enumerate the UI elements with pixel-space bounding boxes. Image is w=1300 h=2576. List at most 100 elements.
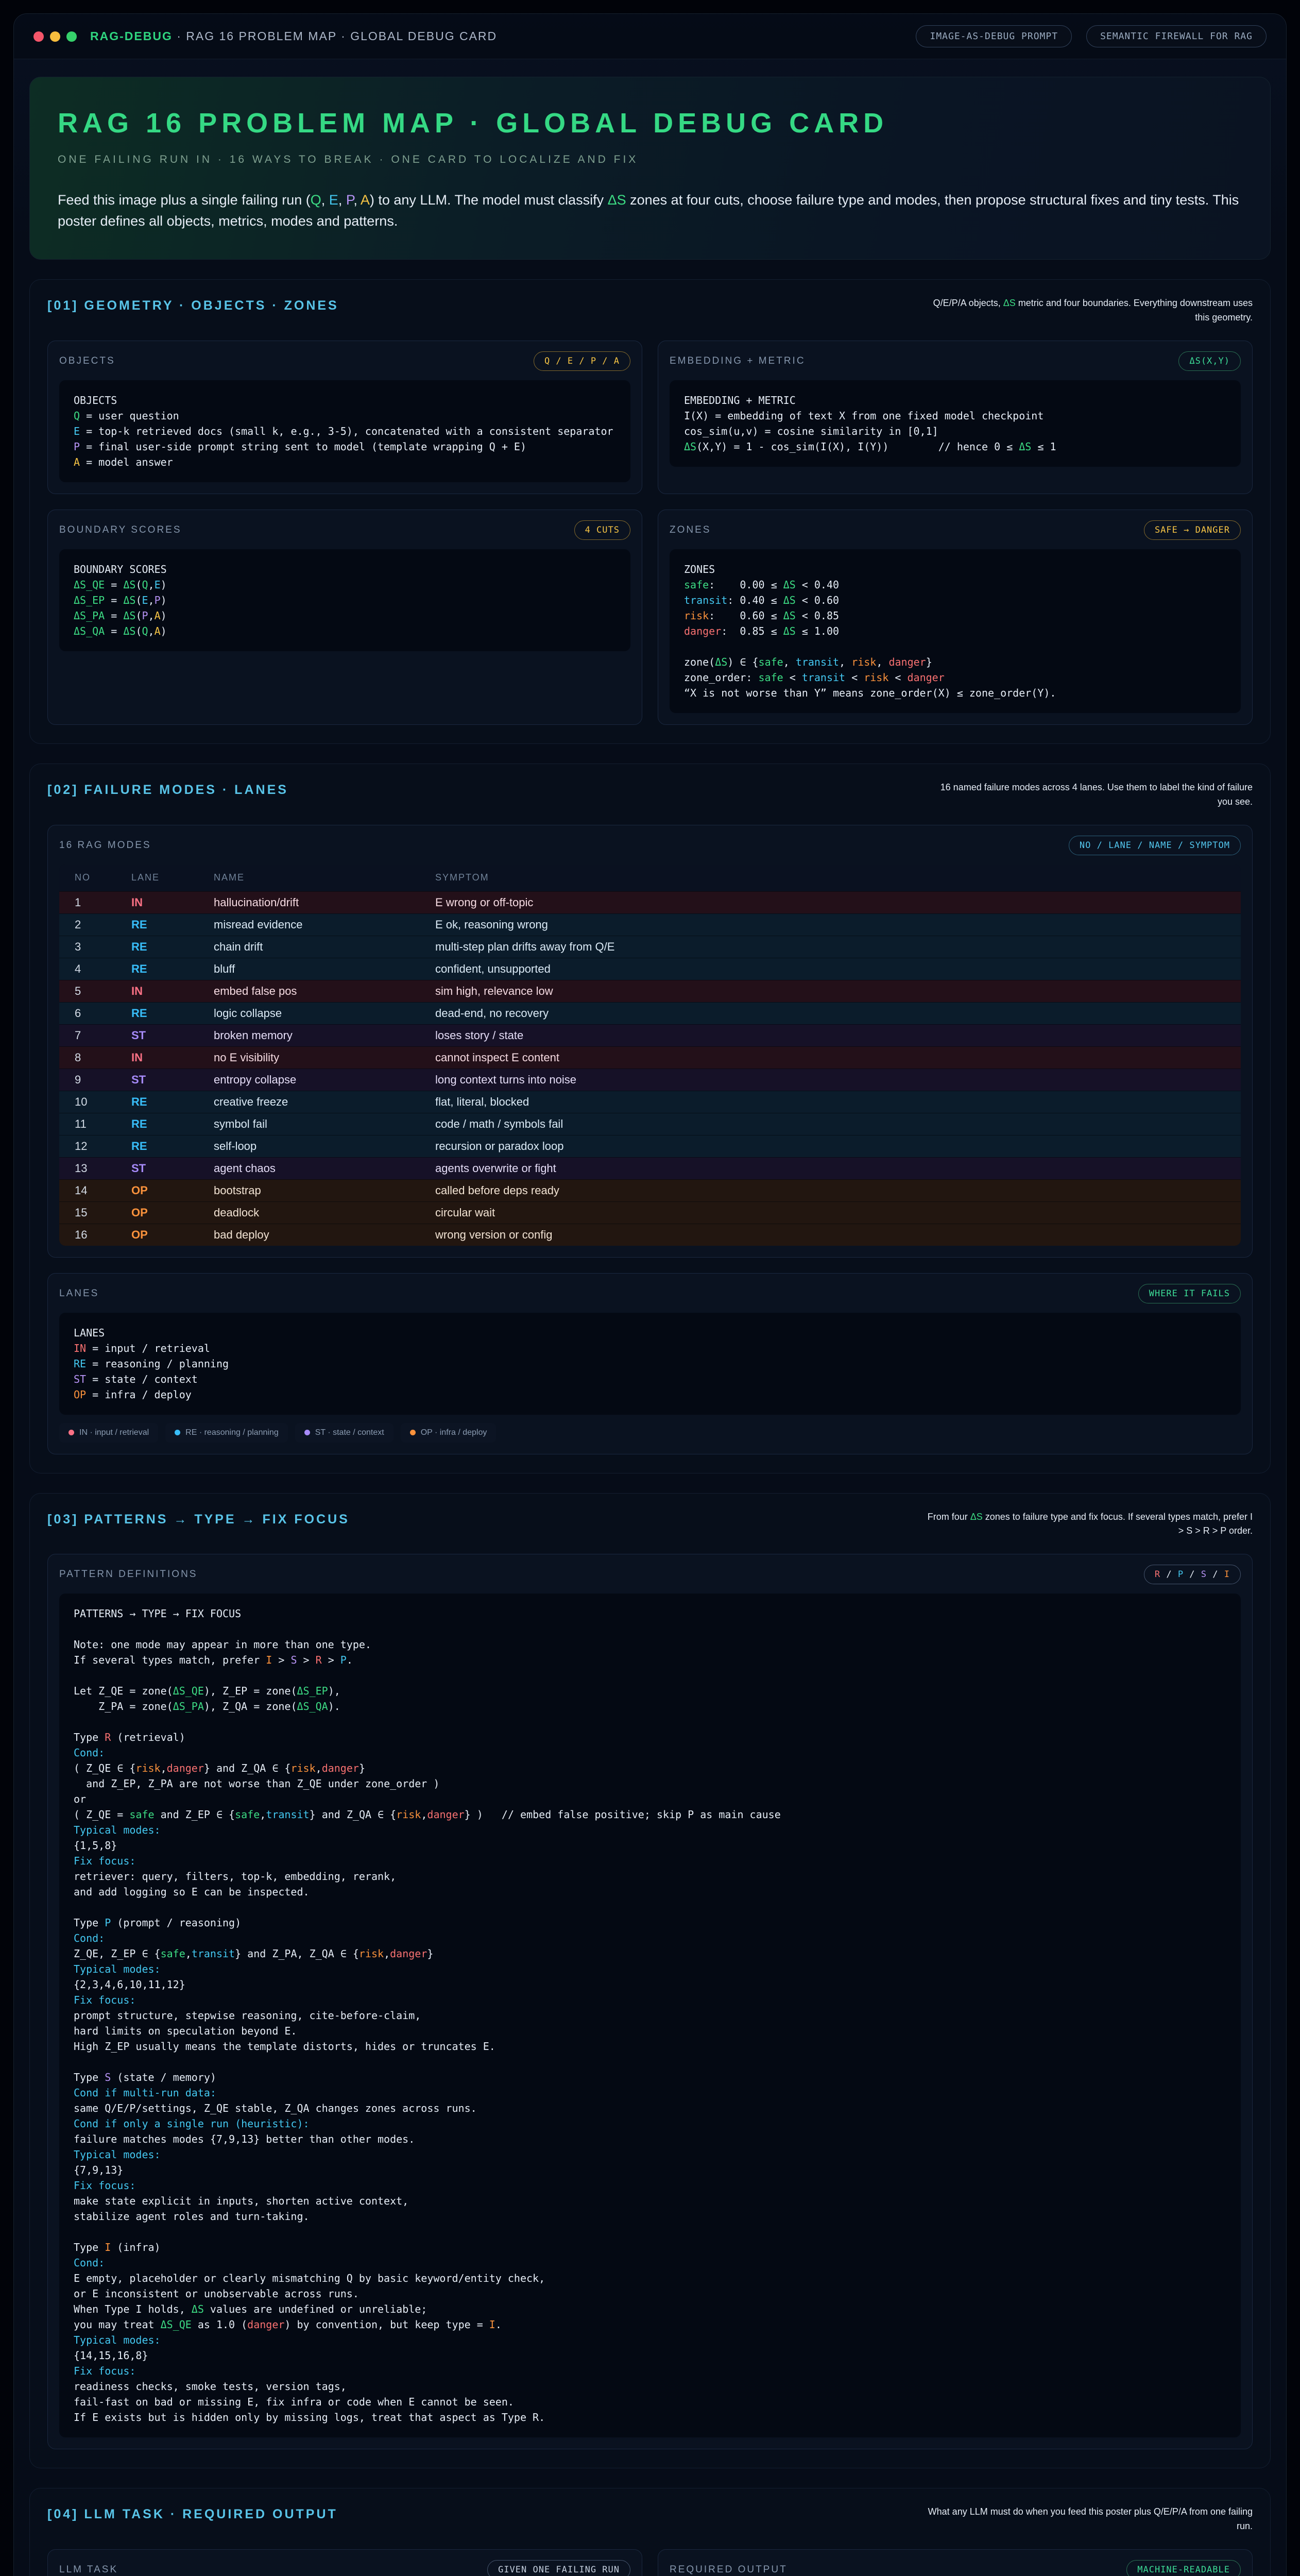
text-token: safe bbox=[161, 1947, 185, 1960]
text-token: ΔS bbox=[123, 579, 135, 591]
minimize-window-icon[interactable] bbox=[50, 31, 60, 42]
mode-lane: RE bbox=[131, 918, 214, 931]
mode-symptom: called before deps ready bbox=[435, 1184, 1225, 1197]
mode-symptom: recursion or paradox loop bbox=[435, 1140, 1225, 1153]
code-line: ( Z_QE = safe and Z_EP ∈ {safe,transit} … bbox=[74, 1807, 1226, 1822]
maximize-window-icon[interactable] bbox=[66, 31, 77, 42]
code-line: safe: 0.00 ≤ ΔS < 0.40 bbox=[684, 577, 1226, 592]
mode-name: chain drift bbox=[214, 940, 435, 954]
machine-readable-badge: MACHINE-READABLE bbox=[1126, 2560, 1241, 2576]
text-token: P bbox=[1178, 1569, 1184, 1580]
window-title-rest: · RAG 16 PROBLEM MAP · GLOBAL DEBUG CARD bbox=[173, 29, 497, 43]
text-token: Typical modes: bbox=[74, 2148, 161, 2161]
text-token: {2,3,4,6,10,11,12} bbox=[74, 1978, 185, 1991]
mode-number: 11 bbox=[75, 1117, 131, 1131]
text-token: ZONES bbox=[684, 563, 715, 575]
text-token: I bbox=[105, 2241, 111, 2253]
mode-number: 16 bbox=[75, 1228, 131, 1242]
text-token: ΔS bbox=[715, 656, 727, 668]
text-token: , bbox=[148, 579, 155, 591]
where-it-fails-badge: WHERE IT FAILS bbox=[1138, 1284, 1241, 1303]
close-window-icon[interactable] bbox=[33, 31, 44, 42]
section-1-note: Q/E/P/A objects, ΔS metric and four boun… bbox=[923, 296, 1253, 325]
text-token: = input / retrieval bbox=[86, 1342, 210, 1354]
text-token: ΔS_EP bbox=[297, 1685, 328, 1697]
mode-symptom: long context turns into noise bbox=[435, 1073, 1225, 1087]
given-one-failing-run-badge: GIVEN ONE FAILING RUN bbox=[487, 2560, 630, 2576]
text-token: (retrieval) bbox=[111, 1731, 185, 1743]
lane-legend: IN · input / retrievalRE · reasoning / p… bbox=[59, 1423, 1241, 1443]
zones-panel: ZONES SAFE → DANGER ZONESsafe: 0.00 ≤ ΔS… bbox=[658, 510, 1253, 725]
text-token: , bbox=[148, 594, 155, 606]
text-token: / bbox=[1207, 1569, 1224, 1580]
col-header-no: NO bbox=[75, 872, 131, 883]
text-token: ΔS_QE bbox=[74, 579, 105, 591]
text-token: transit bbox=[802, 671, 845, 684]
text-token: safe bbox=[235, 1808, 260, 1821]
text-token: P bbox=[155, 594, 161, 606]
text-token: = reasoning / planning bbox=[86, 1358, 229, 1370]
text-token: = model answer bbox=[80, 456, 173, 468]
mode-number: 2 bbox=[75, 918, 131, 931]
text-token: risk bbox=[684, 609, 709, 622]
text-token: ΔS bbox=[783, 579, 796, 591]
code-line: Typical modes: bbox=[74, 1822, 1226, 1838]
mode-number: 1 bbox=[75, 896, 131, 909]
col-header-symptom: SYMPTOM bbox=[435, 872, 1225, 883]
text-token: or bbox=[74, 1793, 86, 1805]
text-token: {1,5,8} bbox=[74, 1839, 117, 1852]
text-token: P bbox=[346, 192, 354, 208]
modes-table: NO LANE NAME SYMPTOM 1INhallucination/dr… bbox=[59, 865, 1241, 1246]
rag-modes-panel: 16 RAG MODES NO / LANE / NAME / SYMPTOM … bbox=[47, 825, 1253, 1258]
mode-row: 7STbroken memoryloses story / state bbox=[59, 1024, 1241, 1046]
text-token: , bbox=[353, 192, 361, 208]
text-token: ΔS_EP bbox=[74, 594, 105, 606]
mode-row: 6RElogic collapsedead-end, no recovery bbox=[59, 1002, 1241, 1024]
text-token: , bbox=[839, 656, 851, 668]
code-line bbox=[74, 2224, 1226, 2240]
text-token: : 0.60 ≤ bbox=[709, 609, 783, 622]
code-line: or bbox=[74, 1791, 1226, 1807]
code-line: stabilize agent roles and turn-taking. bbox=[74, 2209, 1226, 2224]
code-line: When Type I holds, ΔS values are undefin… bbox=[74, 2301, 1226, 2317]
four-cuts-badge: 4 CUTS bbox=[574, 520, 630, 540]
mode-symptom: dead-end, no recovery bbox=[435, 1007, 1225, 1020]
zones-code: ZONESsafe: 0.00 ≤ ΔS < 0.40transit: 0.40… bbox=[670, 549, 1241, 713]
page-subtitle: ONE FAILING RUN IN · 16 WAYS TO BREAK · … bbox=[58, 154, 1242, 166]
text-token: > bbox=[322, 1654, 340, 1666]
pattern-definitions-panel: PATTERN DEFINITIONS R / P / S / I PATTER… bbox=[47, 1554, 1253, 2449]
text-token: ( bbox=[135, 579, 142, 591]
mode-name: agent chaos bbox=[214, 1162, 435, 1175]
text-token: Type bbox=[74, 2241, 105, 2253]
text-token: E bbox=[155, 579, 161, 591]
text-token: Fix focus: bbox=[74, 2365, 135, 2377]
lane-dot-icon bbox=[304, 1430, 310, 1435]
traffic-lights bbox=[33, 31, 77, 42]
text-token: same Q/E/P/settings, Z_QE stable, Z_QA c… bbox=[74, 2102, 477, 2114]
text-token: : 0.00 ≤ bbox=[709, 579, 783, 591]
mode-name: misread evidence bbox=[214, 918, 435, 931]
text-token: / bbox=[1160, 1569, 1178, 1580]
semantic-firewall-pill[interactable]: SEMANTIC FIREWALL FOR RAG bbox=[1086, 25, 1267, 47]
code-line: ΔS(X,Y) = 1 - cos_sim(I(X), I(Y)) // hen… bbox=[684, 439, 1226, 454]
mode-number: 9 bbox=[75, 1073, 131, 1087]
text-token: E bbox=[74, 425, 80, 437]
text-token: risk bbox=[851, 656, 876, 668]
text-token: < 0.60 bbox=[796, 594, 839, 606]
text-token: Let Z_QE = zone( bbox=[74, 1685, 173, 1697]
hero-card: RAG 16 PROBLEM MAP · GLOBAL DEBUG CARD O… bbox=[29, 77, 1271, 260]
text-token: Z_PA = zone( bbox=[74, 1700, 173, 1713]
image-as-debug-prompt-pill[interactable]: IMAGE-AS-DEBUG PROMPT bbox=[916, 25, 1072, 47]
mode-row: 12REself-looprecursion or paradox loop bbox=[59, 1135, 1241, 1157]
text-token: PATTERNS → TYPE → FIX FOCUS bbox=[74, 1607, 241, 1620]
mode-row: 11REsymbol failcode / math / symbols fai… bbox=[59, 1113, 1241, 1135]
lane-chip: RE · reasoning / planning bbox=[165, 1423, 288, 1443]
mode-lane: OP bbox=[131, 1184, 214, 1197]
mode-row: 4REbluffconfident, unsupported bbox=[59, 958, 1241, 980]
code-line: and add logging so E can be inspected. bbox=[74, 1884, 1226, 1900]
lanes-panel: LANES WHERE IT FAILS LANESIN = input / r… bbox=[47, 1273, 1253, 1454]
mode-number: 10 bbox=[75, 1095, 131, 1109]
text-token: , bbox=[148, 609, 155, 622]
code-line: zone_order: safe < transit < risk < dang… bbox=[684, 670, 1226, 685]
text-token: , bbox=[148, 625, 155, 637]
